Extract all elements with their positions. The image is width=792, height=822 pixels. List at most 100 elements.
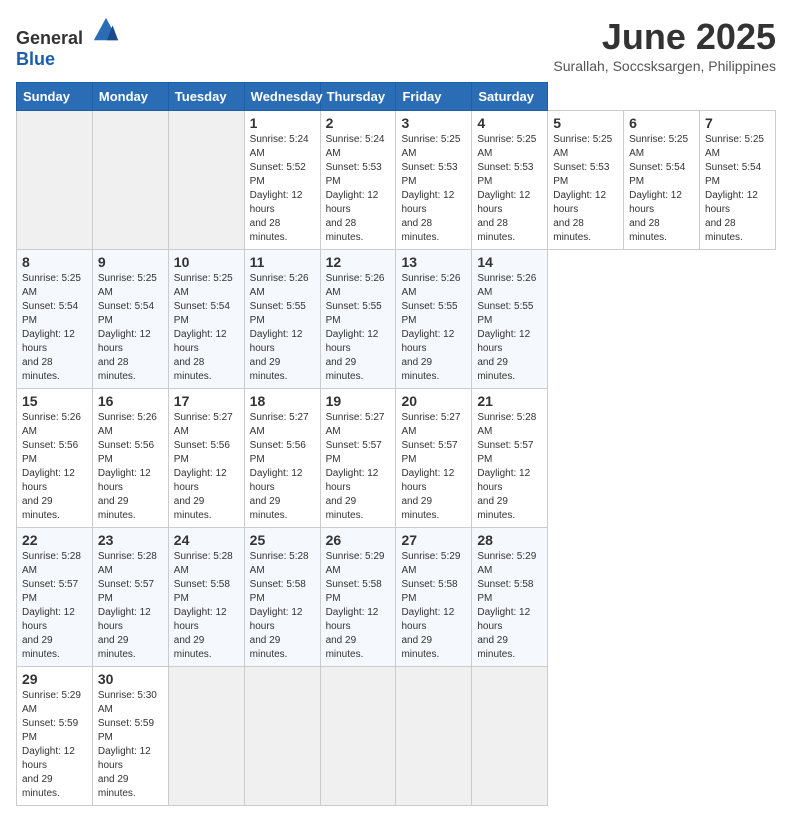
calendar-day-cell: 22 Sunrise: 5:28 AMSunset: 5:57 PMDaylig… xyxy=(17,528,93,667)
day-info: Sunrise: 5:25 AMSunset: 5:53 PMDaylight:… xyxy=(553,134,612,243)
day-number: 6 xyxy=(629,115,694,131)
calendar-day-cell: 9 Sunrise: 5:25 AMSunset: 5:54 PMDayligh… xyxy=(92,250,168,389)
calendar-day-cell: 25 Sunrise: 5:28 AMSunset: 5:58 PMDaylig… xyxy=(244,528,320,667)
calendar-day-cell xyxy=(472,667,548,806)
calendar-day-cell xyxy=(92,111,168,250)
logo-text: General Blue xyxy=(16,16,120,70)
day-info: Sunrise: 5:28 AMSunset: 5:57 PMDaylight:… xyxy=(22,551,81,660)
calendar-day-cell: 15 Sunrise: 5:26 AMSunset: 5:56 PMDaylig… xyxy=(17,389,93,528)
logo-general: General xyxy=(16,28,83,48)
day-info: Sunrise: 5:29 AMSunset: 5:58 PMDaylight:… xyxy=(326,551,385,660)
calendar-day-cell: 6 Sunrise: 5:25 AMSunset: 5:54 PMDayligh… xyxy=(624,111,700,250)
day-info: Sunrise: 5:25 AMSunset: 5:54 PMDaylight:… xyxy=(705,134,764,243)
day-info: Sunrise: 5:25 AMSunset: 5:53 PMDaylight:… xyxy=(401,134,460,243)
calendar-day-cell: 27 Sunrise: 5:29 AMSunset: 5:58 PMDaylig… xyxy=(396,528,472,667)
calendar-day-cell: 5 Sunrise: 5:25 AMSunset: 5:53 PMDayligh… xyxy=(548,111,624,250)
day-info: Sunrise: 5:28 AMSunset: 5:58 PMDaylight:… xyxy=(174,551,233,660)
day-number: 14 xyxy=(477,254,542,270)
day-info: Sunrise: 5:25 AMSunset: 5:53 PMDaylight:… xyxy=(477,134,536,243)
calendar-day-cell: 16 Sunrise: 5:26 AMSunset: 5:56 PMDaylig… xyxy=(92,389,168,528)
calendar-day-cell: 26 Sunrise: 5:29 AMSunset: 5:58 PMDaylig… xyxy=(320,528,396,667)
day-info: Sunrise: 5:28 AMSunset: 5:57 PMDaylight:… xyxy=(98,551,157,660)
calendar-day-cell: 4 Sunrise: 5:25 AMSunset: 5:53 PMDayligh… xyxy=(472,111,548,250)
calendar-day-cell xyxy=(168,667,244,806)
day-number: 26 xyxy=(326,532,391,548)
day-number: 10 xyxy=(174,254,239,270)
calendar-day-cell: 7 Sunrise: 5:25 AMSunset: 5:54 PMDayligh… xyxy=(700,111,776,250)
day-number: 28 xyxy=(477,532,542,548)
calendar-day-cell: 28 Sunrise: 5:29 AMSunset: 5:58 PMDaylig… xyxy=(472,528,548,667)
day-number: 16 xyxy=(98,393,163,409)
day-number: 17 xyxy=(174,393,239,409)
day-info: Sunrise: 5:27 AMSunset: 5:56 PMDaylight:… xyxy=(250,412,309,521)
calendar-subtitle: Surallah, Soccsksargen, Philippines xyxy=(553,58,776,74)
day-info: Sunrise: 5:30 AMSunset: 5:59 PMDaylight:… xyxy=(98,690,157,799)
calendar-day-cell: 11 Sunrise: 5:26 AMSunset: 5:55 PMDaylig… xyxy=(244,250,320,389)
day-info: Sunrise: 5:25 AMSunset: 5:54 PMDaylight:… xyxy=(629,134,688,243)
day-info: Sunrise: 5:26 AMSunset: 5:55 PMDaylight:… xyxy=(250,273,309,382)
title-area: June 2025 Surallah, Soccsksargen, Philip… xyxy=(553,16,776,74)
day-number: 15 xyxy=(22,393,87,409)
logo: General Blue xyxy=(16,16,120,70)
day-info: Sunrise: 5:28 AMSunset: 5:57 PMDaylight:… xyxy=(477,412,536,521)
weekday-header: Wednesday xyxy=(244,83,320,111)
day-number: 20 xyxy=(401,393,466,409)
calendar-day-cell xyxy=(17,111,93,250)
weekday-header: Thursday xyxy=(320,83,396,111)
day-number: 27 xyxy=(401,532,466,548)
calendar-day-cell: 13 Sunrise: 5:26 AMSunset: 5:55 PMDaylig… xyxy=(396,250,472,389)
calendar-title: June 2025 xyxy=(553,16,776,58)
day-info: Sunrise: 5:29 AMSunset: 5:59 PMDaylight:… xyxy=(22,690,81,799)
calendar-week-row: 29 Sunrise: 5:29 AMSunset: 5:59 PMDaylig… xyxy=(17,667,776,806)
calendar-week-row: 8 Sunrise: 5:25 AMSunset: 5:54 PMDayligh… xyxy=(17,250,776,389)
day-number: 9 xyxy=(98,254,163,270)
day-number: 12 xyxy=(326,254,391,270)
calendar-day-cell: 14 Sunrise: 5:26 AMSunset: 5:55 PMDaylig… xyxy=(472,250,548,389)
weekday-header: Friday xyxy=(396,83,472,111)
calendar-day-cell xyxy=(396,667,472,806)
weekday-header-row: SundayMondayTuesdayWednesdayThursdayFrid… xyxy=(17,83,776,111)
calendar-day-cell: 2 Sunrise: 5:24 AMSunset: 5:53 PMDayligh… xyxy=(320,111,396,250)
day-info: Sunrise: 5:29 AMSunset: 5:58 PMDaylight:… xyxy=(401,551,460,660)
calendar-week-row: 1 Sunrise: 5:24 AMSunset: 5:52 PMDayligh… xyxy=(17,111,776,250)
day-info: Sunrise: 5:29 AMSunset: 5:58 PMDaylight:… xyxy=(477,551,536,660)
day-number: 29 xyxy=(22,671,87,687)
calendar-day-cell: 18 Sunrise: 5:27 AMSunset: 5:56 PMDaylig… xyxy=(244,389,320,528)
day-number: 4 xyxy=(477,115,542,131)
logo-icon xyxy=(92,16,120,44)
day-info: Sunrise: 5:26 AMSunset: 5:55 PMDaylight:… xyxy=(326,273,385,382)
day-number: 13 xyxy=(401,254,466,270)
day-number: 1 xyxy=(250,115,315,131)
day-info: Sunrise: 5:27 AMSunset: 5:57 PMDaylight:… xyxy=(401,412,460,521)
day-info: Sunrise: 5:26 AMSunset: 5:56 PMDaylight:… xyxy=(22,412,81,521)
day-number: 2 xyxy=(326,115,391,131)
calendar-day-cell: 1 Sunrise: 5:24 AMSunset: 5:52 PMDayligh… xyxy=(244,111,320,250)
day-number: 11 xyxy=(250,254,315,270)
calendar-week-row: 22 Sunrise: 5:28 AMSunset: 5:57 PMDaylig… xyxy=(17,528,776,667)
day-info: Sunrise: 5:26 AMSunset: 5:55 PMDaylight:… xyxy=(477,273,536,382)
day-number: 25 xyxy=(250,532,315,548)
day-number: 19 xyxy=(326,393,391,409)
calendar-day-cell xyxy=(244,667,320,806)
calendar-day-cell: 19 Sunrise: 5:27 AMSunset: 5:57 PMDaylig… xyxy=(320,389,396,528)
day-info: Sunrise: 5:27 AMSunset: 5:56 PMDaylight:… xyxy=(174,412,233,521)
calendar-day-cell xyxy=(320,667,396,806)
day-info: Sunrise: 5:25 AMSunset: 5:54 PMDaylight:… xyxy=(22,273,81,382)
calendar-day-cell: 12 Sunrise: 5:26 AMSunset: 5:55 PMDaylig… xyxy=(320,250,396,389)
calendar-day-cell: 24 Sunrise: 5:28 AMSunset: 5:58 PMDaylig… xyxy=(168,528,244,667)
calendar-day-cell xyxy=(168,111,244,250)
day-info: Sunrise: 5:26 AMSunset: 5:56 PMDaylight:… xyxy=(98,412,157,521)
day-number: 3 xyxy=(401,115,466,131)
day-info: Sunrise: 5:25 AMSunset: 5:54 PMDaylight:… xyxy=(174,273,233,382)
day-number: 5 xyxy=(553,115,618,131)
calendar-day-cell: 30 Sunrise: 5:30 AMSunset: 5:59 PMDaylig… xyxy=(92,667,168,806)
weekday-header: Monday xyxy=(92,83,168,111)
day-info: Sunrise: 5:26 AMSunset: 5:55 PMDaylight:… xyxy=(401,273,460,382)
calendar-day-cell: 8 Sunrise: 5:25 AMSunset: 5:54 PMDayligh… xyxy=(17,250,93,389)
day-info: Sunrise: 5:25 AMSunset: 5:54 PMDaylight:… xyxy=(98,273,157,382)
day-info: Sunrise: 5:24 AMSunset: 5:53 PMDaylight:… xyxy=(326,134,385,243)
weekday-header: Tuesday xyxy=(168,83,244,111)
weekday-header: Sunday xyxy=(17,83,93,111)
header: General Blue June 2025 Surallah, Soccsks… xyxy=(16,16,776,74)
weekday-header: Saturday xyxy=(472,83,548,111)
